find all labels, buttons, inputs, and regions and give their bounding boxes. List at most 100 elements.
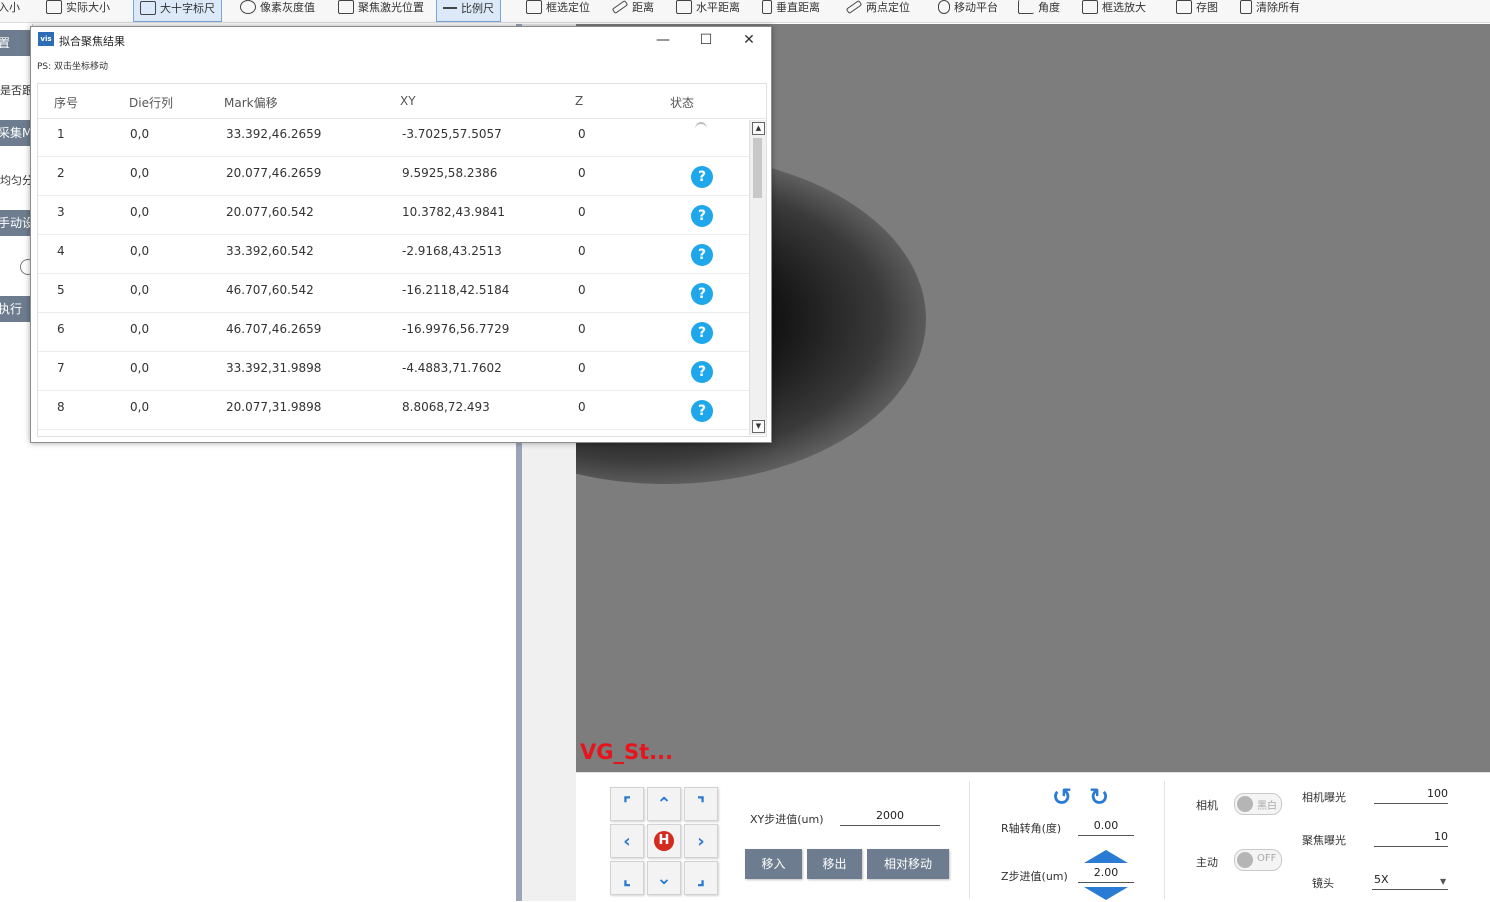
move-out-button[interactable]: 移出 (807, 849, 862, 879)
left-button-settings[interactable]: 置 (0, 30, 30, 56)
left-label-follow: 是否跟 (0, 84, 32, 97)
toolbar-angle[interactable]: 角度 (1018, 0, 1060, 20)
rotate-ccw-icon[interactable]: ↺ (1052, 783, 1072, 811)
move-up-right-button[interactable]: ⌝ (684, 787, 718, 821)
loading-icon (695, 122, 707, 136)
toolbar-box-locate[interactable]: 框选定位 (526, 0, 590, 20)
r-angle-input[interactable]: 0.00 (1078, 819, 1134, 836)
toolbar-two-point-locate[interactable]: 两点定位 (845, 0, 910, 20)
column-header-mark[interactable]: Mark偏移 (224, 94, 278, 111)
table-row[interactable]: 7 0,0 33.392,31.9898 -4.4883,71.7602 0 ? (38, 352, 750, 391)
toolbar-pixel-gray[interactable]: 像素灰度值 (240, 0, 315, 20)
active-toggle[interactable]: OFF (1234, 849, 1282, 871)
cell-z: 0 (578, 244, 586, 258)
relative-move-button[interactable]: 相对移动 (867, 849, 949, 879)
ruler-icon (611, 0, 629, 15)
left-label-uniform: 均匀分 (0, 174, 32, 187)
focus-exposure-label: 聚焦曝光 (1302, 834, 1346, 847)
separator (1164, 781, 1165, 899)
toolbar-clear-all[interactable]: 清除所有 (1240, 0, 1300, 20)
z-step-input[interactable]: 2.00 (1078, 866, 1134, 883)
left-settings-panel: 置 是否跟 采集M 均匀分 手动设 执行 (0, 24, 36, 344)
move-in-button[interactable]: 移入 (745, 849, 802, 879)
column-header-z[interactable]: Z (575, 94, 583, 108)
table-scrollbar[interactable]: ▲ ▼ (749, 120, 766, 435)
table-row[interactable]: 3 0,0 20.077,60.542 10.3782,43.9841 0 ? (38, 196, 750, 235)
left-button-collect[interactable]: 采集M (0, 120, 30, 146)
scroll-up-icon[interactable]: ▲ (752, 122, 765, 135)
table-row[interactable]: 2 0,0 20.077,46.2659 9.5925,58.2386 0 ? (38, 157, 750, 196)
toolbar-large-crosshair[interactable]: 大十字标尺 (133, 0, 222, 22)
cell-xy: 8.8068,72.493 (402, 400, 490, 414)
toolbar-actual-size[interactable]: 实际大小 (46, 0, 110, 20)
maximize-button[interactable]: ☐ (696, 30, 716, 50)
cell-die: 0,0 (130, 322, 150, 336)
cell-mark: 20.077,60.542 (226, 205, 314, 219)
close-button[interactable]: ✕ (739, 30, 759, 50)
separator (969, 781, 970, 899)
cell-mark: 33.392,60.542 (226, 244, 314, 258)
camera-mode-toggle[interactable]: 黑白 (1234, 793, 1282, 815)
move-left-button[interactable]: ‹ (610, 824, 644, 858)
move-up-left-button[interactable]: ⌜ (610, 787, 644, 821)
cell-z: 0 (578, 283, 586, 297)
move-up-button[interactable]: ⌃ (647, 787, 681, 821)
cell-xy: -4.4883,71.7602 (402, 361, 502, 375)
column-header-xy[interactable]: XY (400, 94, 416, 108)
focus-exposure-input[interactable]: 10 (1374, 830, 1448, 847)
r-angle-label: R轴转角(度) (1001, 822, 1062, 835)
toolbar-vertical-distance[interactable]: 垂直距离 (762, 0, 820, 20)
cell-mark: 20.077,46.2659 (226, 166, 322, 180)
toolbar-move-platform[interactable]: 移动平台 (938, 0, 998, 20)
actual-size-icon (46, 0, 62, 14)
column-header-index[interactable]: 序号 (54, 94, 78, 111)
cell-index: 6 (57, 322, 65, 336)
left-button-manual[interactable]: 手动设 (0, 210, 30, 236)
table-row[interactable]: 4 0,0 33.392,60.542 -2.9168,43.2513 0 ? (38, 235, 750, 274)
toolbar: 入小 实际大小 大十字标尺 像素灰度值 聚焦激光位置 比例尺 框选定位 距离 水… (0, 0, 1490, 23)
cell-die: 0,0 (130, 127, 150, 141)
cell-xy: -3.7025,57.5057 (402, 127, 502, 141)
move-down-right-button[interactable]: ⌟ (684, 861, 718, 895)
home-button[interactable]: H (647, 824, 681, 858)
z-down-icon[interactable] (1084, 887, 1128, 900)
active-label: 主动 (1196, 856, 1218, 869)
xy-step-input[interactable]: 2000 (840, 809, 940, 826)
toolbar-save-image[interactable]: 存图 (1176, 0, 1218, 20)
toolbar-box-zoom[interactable]: 框选放大 (1082, 0, 1146, 20)
table-row[interactable]: 1 0,0 33.392,46.2659 -3.7025,57.5057 0 (38, 118, 750, 157)
toolbar-scale-bar[interactable]: 比例尺 (436, 0, 501, 22)
toolbar-distance[interactable]: 距离 (611, 0, 654, 20)
move-down-left-button[interactable]: ⌞ (610, 861, 644, 895)
scroll-thumb[interactable] (753, 138, 762, 198)
left-button-execute[interactable]: 执行 (0, 296, 30, 322)
move-down-button[interactable]: ⌄ (647, 861, 681, 895)
rotate-cw-icon[interactable]: ↻ (1089, 783, 1109, 811)
table-row[interactable]: 5 0,0 46.707,60.542 -16.2118,42.5184 0 ? (38, 274, 750, 313)
cell-die: 0,0 (130, 166, 150, 180)
cell-z: 0 (578, 127, 586, 141)
cell-xy: -16.9976,56.7729 (402, 322, 510, 336)
scale-bar-icon (443, 7, 457, 9)
scroll-down-icon[interactable]: ▼ (752, 420, 765, 433)
move-right-button[interactable]: › (684, 824, 718, 858)
z-up-icon[interactable] (1084, 850, 1128, 863)
toolbar-zoom-in[interactable]: 入小 (0, 0, 20, 20)
table-row[interactable]: 8 0,0 20.077,31.9898 8.8068,72.493 0 ? (38, 391, 750, 430)
hand-icon (938, 0, 950, 14)
column-header-status[interactable]: 状态 (670, 94, 694, 111)
cell-xy: 10.3782,43.9841 (402, 205, 506, 219)
camera-label: 相机 (1196, 799, 1218, 812)
table-row[interactable]: 6 0,0 46.707,46.2659 -16.9976,56.7729 0 … (38, 313, 750, 352)
dialog-title-bar[interactable]: vis 拟合聚焦结果 — ☐ ✕ (31, 27, 771, 53)
toolbar-horizontal-distance[interactable]: 水平距离 (676, 0, 740, 20)
column-header-die[interactable]: Die行列 (129, 94, 173, 111)
cell-die: 0,0 (130, 205, 150, 219)
angle-icon (1018, 0, 1034, 14)
dropdown-arrow-icon[interactable]: ▼ (1440, 877, 1446, 886)
lens-select[interactable]: 5X (1372, 873, 1448, 890)
camera-view-label: VG_St... (580, 740, 674, 764)
camera-exposure-input[interactable]: 100 (1374, 787, 1448, 804)
minimize-button[interactable]: — (653, 30, 673, 50)
toolbar-focus-laser[interactable]: 聚焦激光位置 (338, 0, 424, 20)
